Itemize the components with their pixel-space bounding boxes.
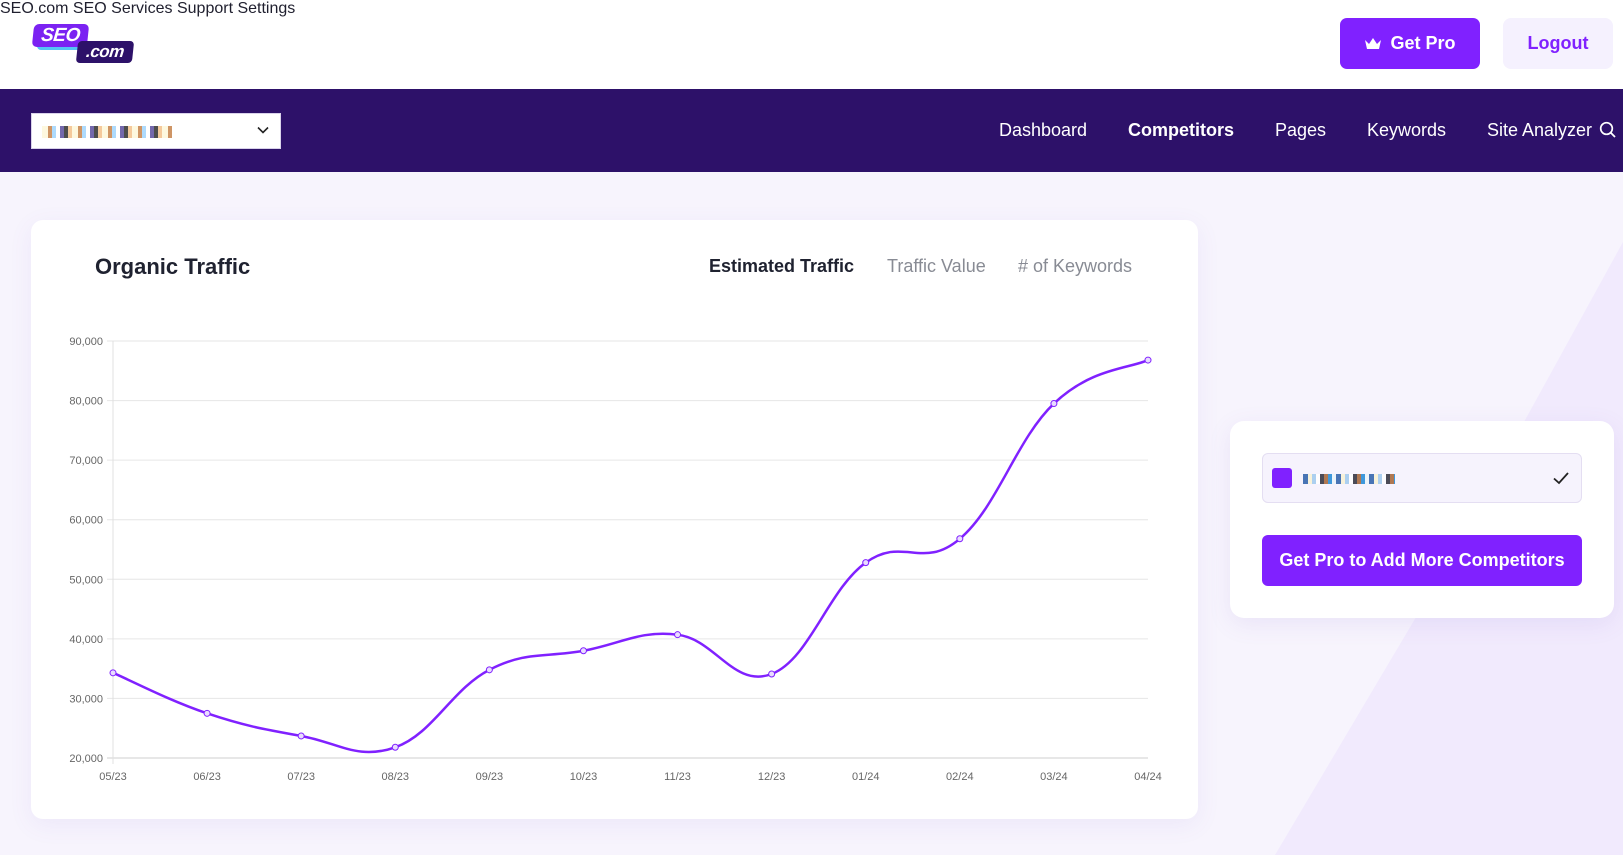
y-tick-label: 30,000	[69, 693, 103, 705]
data-point	[1050, 400, 1058, 408]
subnav-item-dashboard[interactable]: Dashboard	[999, 89, 1087, 172]
x-tick-label: 02/24	[946, 771, 974, 783]
data-point	[862, 559, 870, 567]
site-select-value	[42, 126, 172, 138]
competitor-item[interactable]	[1262, 453, 1582, 503]
data-point	[391, 743, 399, 751]
subnav-item-keywords[interactable]: Keywords	[1367, 89, 1446, 172]
search-icon	[1599, 121, 1616, 138]
data-point	[579, 647, 587, 655]
x-tick-label: 08/23	[382, 771, 410, 783]
data-point	[674, 631, 682, 639]
seo-com-logo[interactable]: SEO .com	[31, 23, 135, 65]
competitors-card: Get Pro to Add More Competitors	[1230, 421, 1614, 618]
subnav-item-competitors[interactable]: Competitors	[1128, 89, 1234, 172]
nav-link-settings[interactable]: Settings	[237, 0, 295, 17]
x-tick-label: 04/24	[1134, 771, 1162, 783]
y-tick-label: 70,000	[69, 455, 103, 467]
logout-button[interactable]: Logout	[1503, 18, 1613, 69]
nav-link-seo-services[interactable]: SEO Services	[73, 0, 173, 17]
data-point	[485, 666, 493, 674]
y-tick-label: 40,000	[69, 634, 103, 646]
y-tick-label: 60,000	[69, 515, 103, 527]
y-tick-label: 50,000	[69, 574, 103, 586]
x-tick-label: 06/23	[193, 771, 221, 783]
x-tick-label: 11/23	[664, 771, 691, 783]
data-point	[203, 709, 211, 717]
add-competitors-button[interactable]: Get Pro to Add More Competitors	[1262, 535, 1582, 586]
data-point	[1144, 356, 1152, 364]
logo-com-text: .com	[75, 41, 135, 63]
x-tick-label: 01/24	[852, 771, 880, 783]
x-tick-label: 09/23	[476, 771, 504, 783]
subnav-item-pages[interactable]: Pages	[1275, 89, 1326, 172]
checkmark-icon	[1553, 472, 1569, 485]
nav-link-seo-com[interactable]: SEO.com	[0, 0, 68, 17]
data-point	[768, 670, 776, 678]
x-tick-label: 05/23	[99, 771, 127, 783]
secondary-navbar: Dashboard Competitors Pages Keywords Sit…	[0, 89, 1623, 172]
competitor-color-swatch	[1272, 468, 1292, 488]
data-point	[956, 535, 964, 543]
site-analyzer-label: Site Analyzer	[1487, 120, 1593, 140]
site-select-dropdown[interactable]	[31, 113, 281, 149]
y-tick-label: 20,000	[69, 753, 103, 765]
data-point	[109, 669, 117, 677]
series-line	[112, 358, 1149, 754]
competitor-name	[1303, 474, 1395, 484]
nav-link-support[interactable]: Support	[177, 0, 233, 17]
y-tick-label: 80,000	[69, 396, 103, 408]
get-pro-label: Get Pro	[1390, 33, 1456, 53]
organic-traffic-line-chart: 20,000 30,000 40,000 50,000 60,000 70,000 80,0…	[69, 336, 1162, 783]
get-pro-button[interactable]: Get Pro	[1340, 18, 1480, 69]
x-tick-label: 03/24	[1040, 771, 1068, 783]
subnav-item-site-analyzer[interactable]: Site Analyzer	[1487, 89, 1617, 172]
y-tick-label: 90,000	[69, 336, 103, 348]
top-header: SEO .com SEO.com SEO Services Support Se…	[0, 0, 1623, 89]
x-tick-label: 10/23	[570, 771, 598, 783]
x-tick-label: 12/23	[758, 771, 786, 783]
data-point	[297, 732, 305, 740]
crown-icon	[1365, 37, 1382, 49]
organic-traffic-card: Organic Traffic Estimated Traffic Traffi…	[31, 220, 1198, 819]
chevron-down-icon	[257, 126, 269, 134]
x-tick-label: 07/23	[287, 771, 315, 783]
